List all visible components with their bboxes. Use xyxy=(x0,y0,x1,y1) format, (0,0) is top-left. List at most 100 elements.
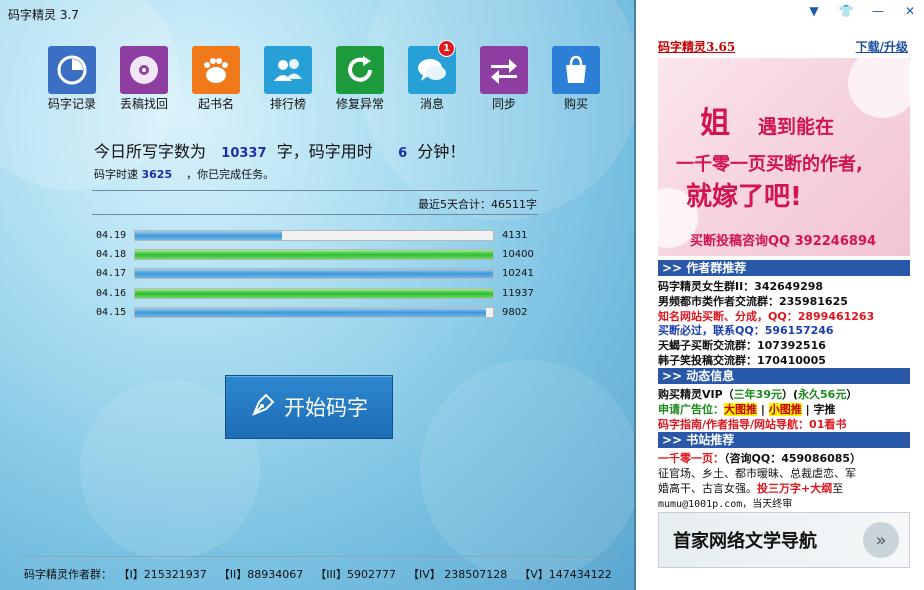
author-group-line[interactable]: 买断必过，联系QQ：596157246 xyxy=(658,322,912,338)
site-desc-highlight: 投三万字+大纲 xyxy=(757,482,833,495)
today-prefix: 今日所写字数为 xyxy=(94,142,207,161)
history-row: 04.15 9802 xyxy=(96,303,534,322)
banner-line2: 一千零一页买断的作者, xyxy=(676,154,863,175)
history-list: 04.19 4131 04.18 10400 04.17 10241 04.16 11937 0… xyxy=(96,226,534,322)
author-group-line[interactable]: 码字精灵女生群II：342649298 xyxy=(658,278,912,294)
author-group: 【V】147434122 xyxy=(519,568,612,581)
speed-suffix: ，你已完成任务。 xyxy=(186,168,275,181)
paw-icon xyxy=(192,46,240,94)
history-row: 04.18 10400 xyxy=(96,245,534,264)
toolbar-button[interactable]: 修复异常 xyxy=(324,46,396,112)
history-progress-fill xyxy=(135,307,486,317)
today-suffix: 分钟！ xyxy=(417,142,466,161)
site-desc-line: 婚高干、古言女强。投三万字+大纲至 xyxy=(658,480,912,496)
notification-badge: 1 xyxy=(438,40,455,57)
close-icon[interactable]: ✕ xyxy=(902,4,918,18)
nav-banner[interactable]: 首家网络文学导航 » xyxy=(658,512,910,568)
toolbar-button-label: 丢稿找回 xyxy=(119,97,168,111)
flower-decoration xyxy=(848,58,910,118)
divider xyxy=(92,214,538,215)
side-panel: ▼ 👕 — ✕ 码字精灵3.65 下载/升级 姐 遇到能在 一千零一页买断的作者… xyxy=(636,0,924,590)
double-chevron-right-icon: » xyxy=(863,522,899,558)
dropdown-menu-icon[interactable]: ▼ xyxy=(806,4,822,18)
window-title: 码字精灵 3.7 xyxy=(8,8,79,22)
author-group: 【III】5902777 xyxy=(315,568,396,581)
toolbar-button-label: 排行榜 xyxy=(269,97,306,111)
minimize-icon[interactable]: — xyxy=(870,4,886,18)
history-row: 04.19 4131 xyxy=(96,226,534,245)
ad-title-link[interactable]: 码字精灵3.65 xyxy=(658,38,735,55)
history-progress-bar xyxy=(134,268,494,280)
ad-big-link[interactable]: 大图推 xyxy=(724,403,757,416)
divider xyxy=(20,556,618,557)
toolbar-button-label: 起书名 xyxy=(197,97,234,111)
author-group-line[interactable]: 天蝎子买断交流群：107392516 xyxy=(658,337,912,353)
history-progress-bar xyxy=(134,306,494,318)
history-count: 4131 xyxy=(502,230,528,242)
today-summary: 今日所写字数为 10337 字，码字用时 6 分钟！ xyxy=(94,138,465,162)
history-date: 04.19 xyxy=(96,230,127,242)
pen-nib-icon xyxy=(250,392,276,423)
toolbar-button[interactable]: 同步 xyxy=(468,46,540,112)
chart-dial-icon xyxy=(48,46,96,94)
banner-contact: 买断投稿咨询QQ 392246894 xyxy=(690,234,877,249)
typing-speed: 码字时速 3625 ，你已完成任务。 xyxy=(94,166,274,182)
history-row: 04.16 11937 xyxy=(96,284,534,303)
vip-price-line[interactable]: 购买精灵VIP（三年39元）(永久56元） xyxy=(658,386,912,402)
toolbar-button[interactable]: 排行榜 xyxy=(252,46,324,112)
history-count: 9802 xyxy=(502,306,528,318)
download-upgrade-link[interactable]: 下载/升级 xyxy=(856,38,908,55)
toolbar-button-label: 修复异常 xyxy=(335,97,384,111)
section-header-sites: >> 书站推荐 xyxy=(658,432,910,448)
author-group: 【IV】 238507128 xyxy=(407,568,508,581)
skin-shirt-icon[interactable]: 👕 xyxy=(838,4,854,18)
banner-big-char: 姐 xyxy=(700,106,730,141)
vip-suffix: ） xyxy=(846,388,858,401)
history-date: 04.18 xyxy=(96,249,127,261)
nav-banner-text: 首家网络文学导航 xyxy=(673,531,817,552)
sync-arrows-icon xyxy=(480,46,528,94)
guide-link[interactable]: 码字指南/作者指导/网站导航：01看书 xyxy=(658,416,912,432)
toolbar-button-label: 购买 xyxy=(563,97,588,111)
ad-text-link[interactable]: 字推 xyxy=(813,403,835,416)
toolbar-button-label: 码字记录 xyxy=(47,97,96,111)
site-desc-line: 征官场、乡土、都市暧昧、总裁虐恋、军 xyxy=(658,467,856,480)
history-progress-bar xyxy=(134,287,494,299)
ad-banner[interactable]: 姐 遇到能在 一千零一页买断的作者, 就嫁了吧! 买断投稿咨询QQ 392246… xyxy=(658,58,910,256)
bokeh-decoration xyxy=(420,360,634,580)
separator: | xyxy=(805,403,810,416)
toolbar-button-label: 消息 xyxy=(419,97,444,111)
author-group-line[interactable]: 韩子笑投稿交流群：170410005 xyxy=(658,352,912,368)
history-row: 04.17 10241 xyxy=(96,264,534,283)
banner-line3: 就嫁了吧! xyxy=(686,182,802,212)
history-count: 10400 xyxy=(502,249,534,261)
toolbar-button[interactable]: 丢稿找回 xyxy=(108,46,180,112)
section-header-news: >> 动态信息 xyxy=(658,368,910,384)
today-mid-text: 字，码字用时 xyxy=(276,142,373,161)
author-group-line[interactable]: 男频都市类作者交流群：235981625 xyxy=(658,293,912,309)
today-word-count: 10337 xyxy=(221,146,267,161)
start-typing-button[interactable]: 开始码字 xyxy=(225,375,393,439)
speed-value: 3625 xyxy=(141,168,173,181)
vip-forever: 永久56元 xyxy=(798,388,847,401)
separator: | xyxy=(760,403,765,416)
site-desc-pre: 婚高干、古言女强。 xyxy=(658,482,757,495)
history-date: 04.16 xyxy=(96,287,127,299)
footer-label: 码字精灵作者群： xyxy=(24,568,112,581)
history-progress-bar xyxy=(134,249,494,261)
history-count: 10241 xyxy=(502,268,534,280)
toolbar-button-label: 同步 xyxy=(491,97,516,111)
disc-icon xyxy=(120,46,168,94)
author-group: 【II】88934067 xyxy=(218,568,304,581)
divider xyxy=(92,190,538,191)
history-progress-fill xyxy=(135,231,282,241)
toolbar-button[interactable]: 1 消息 xyxy=(396,40,468,112)
site-line[interactable]: 一千零一页：（咨询QQ：459086085） xyxy=(658,450,912,466)
toolbar-button[interactable]: 起书名 xyxy=(180,46,252,112)
users-icon xyxy=(264,46,312,94)
toolbar-button[interactable]: 码字记录 xyxy=(36,46,108,112)
ad-small-link[interactable]: 小图推 xyxy=(768,403,802,416)
toolbar-button[interactable]: 购买 xyxy=(540,46,612,112)
site-contact: （咨询QQ：459086085） xyxy=(724,452,862,465)
vip-prefix: 购买精灵VIP（ xyxy=(658,388,734,401)
